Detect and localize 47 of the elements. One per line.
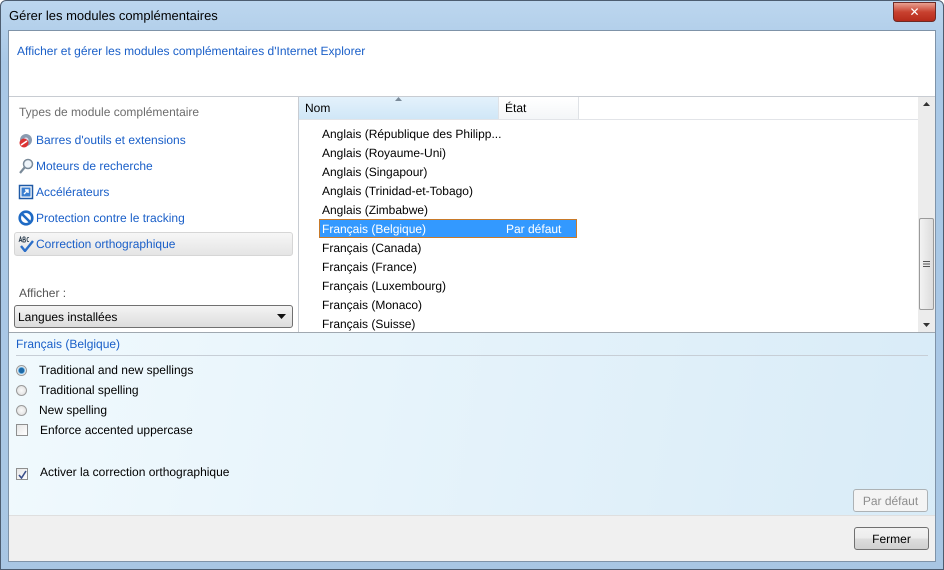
radio-button[interactable] <box>16 404 27 416</box>
show-dropdown[interactable]: Langues installées <box>14 305 293 328</box>
list-row[interactable]: Anglais (Trinidad-et-Tobago) <box>319 181 577 200</box>
list-row[interactable]: Français (Luxembourg) <box>319 276 577 295</box>
arrow-box-icon <box>18 184 34 200</box>
sort-arrow-icon <box>395 97 402 101</box>
grip-icon <box>923 261 930 267</box>
list-row[interactable]: Anglais (Zimbabwe) <box>319 200 577 219</box>
list-row[interactable]: Anglais (Royaume-Uni) <box>319 143 577 162</box>
checkbox[interactable] <box>16 468 28 480</box>
column-header[interactable]: État <box>499 97 579 119</box>
sidebar-item[interactable]: Moteurs de recherche <box>14 154 293 178</box>
show-label: Afficher : <box>18 286 68 300</box>
sidebar-item[interactable]: Correction orthographique <box>14 232 293 256</box>
close-button[interactable]: ✕ <box>893 2 936 22</box>
close-dialog-button[interactable]: Fermer <box>854 527 929 550</box>
radio-button[interactable] <box>16 384 27 396</box>
caret-icon <box>277 314 286 319</box>
sidebar-item[interactable]: Protection contre le tracking <box>14 206 293 230</box>
list-row[interactable]: Anglais (République des Philipp... <box>319 124 577 143</box>
radio-button[interactable] <box>16 364 27 376</box>
scrollbar[interactable] <box>918 97 935 332</box>
list-row[interactable]: Français (Canada) <box>319 238 577 257</box>
window-title: Gérer les modules complémentaires <box>8 8 218 23</box>
block-icon <box>18 210 34 226</box>
search-icon <box>18 158 34 174</box>
sidebar-heading: Types de module complémentaire <box>18 105 200 121</box>
sidebar-item[interactable]: Accélérateurs <box>14 180 293 204</box>
option-label: Traditional and new spellings <box>39 363 194 377</box>
list-row[interactable]: Français (Suisse) <box>319 314 577 333</box>
checkbox[interactable] <box>16 424 28 436</box>
option-label: Enforce accented uppercase <box>40 423 193 437</box>
option-label: Activer la correction orthographique <box>40 465 230 479</box>
column-header[interactable]: Nom <box>299 97 499 119</box>
gear-icon <box>18 132 34 148</box>
spell-check-icon <box>18 236 34 252</box>
scroll-down-icon <box>923 323 930 327</box>
details-title: Français (Belgique) <box>16 333 928 356</box>
option-label: New spelling <box>39 403 108 417</box>
header-text: Afficher et gérer les modules complémentaires d'Internet Explorer <box>17 44 366 58</box>
sidebar-item[interactable]: Barres d'outils et extensions <box>14 128 293 152</box>
option-label: Traditional spelling <box>39 383 139 397</box>
scroll-up-icon <box>923 102 930 106</box>
scroll-thumb[interactable] <box>919 218 934 310</box>
list-row[interactable]: Anglais (Singapour) <box>319 162 577 181</box>
list-row[interactable]: Français (France) <box>319 257 577 276</box>
list-row[interactable]: Français (Monaco) <box>319 295 577 314</box>
